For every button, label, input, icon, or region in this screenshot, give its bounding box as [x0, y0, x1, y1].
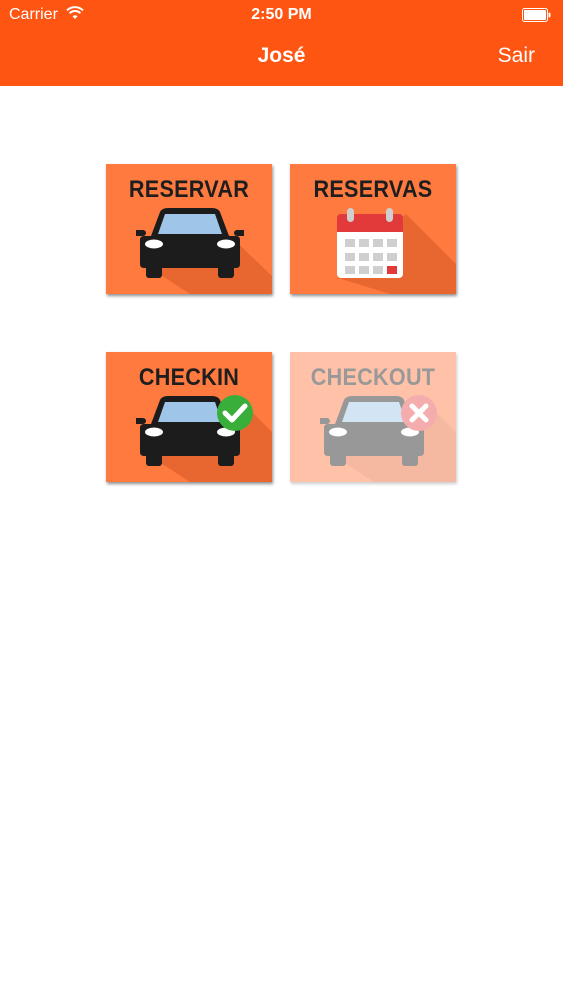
checkin-label: CHECKIN	[138, 364, 240, 391]
navigation-bar: Carrier 2:50 PM José Sair	[0, 0, 563, 86]
cross-icon	[401, 395, 437, 431]
reservas-tile[interactable]: RESERVAS	[290, 164, 456, 294]
calendar-icon	[337, 208, 403, 278]
status-time: 2:50 PM	[251, 6, 312, 23]
reservar-label: RESERVAR	[128, 176, 250, 203]
check-icon	[217, 395, 253, 431]
checkin-tile[interactable]: CHECKIN	[106, 352, 272, 482]
page-title: José	[257, 44, 306, 67]
battery-icon	[522, 8, 551, 22]
logout-button[interactable]: Sair	[498, 44, 535, 68]
status-bar: Carrier 2:50 PM	[0, 0, 563, 30]
reservas-label: RESERVAS	[313, 176, 433, 203]
checkout-tile: CHECKOUT	[290, 352, 456, 482]
car-icon	[136, 208, 244, 278]
checkout-label: CHECKOUT	[310, 364, 436, 391]
reservar-tile[interactable]: RESERVAR	[106, 164, 272, 294]
